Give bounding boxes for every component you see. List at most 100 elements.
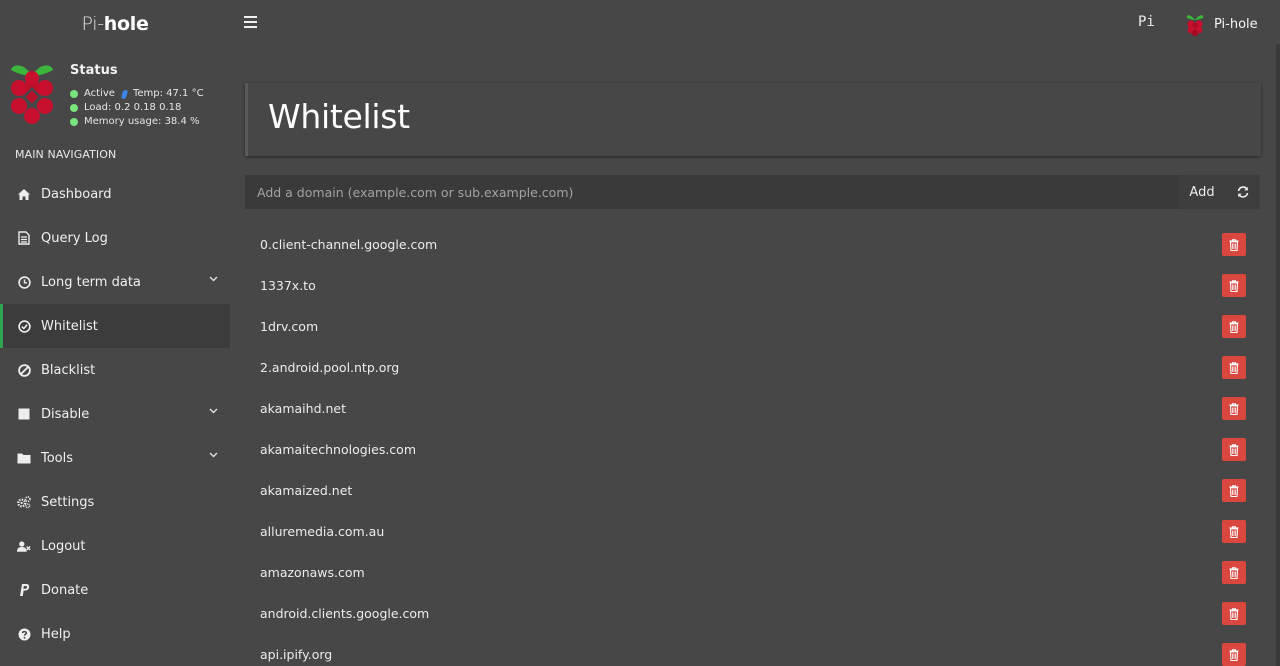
trash-icon (1229, 443, 1239, 456)
nav-settings[interactable]: Settings (0, 480, 230, 524)
whitelist-list: 0.client-channel.google.com 1337x.to 1drv.… (245, 224, 1260, 666)
status-lines: Active Temp: 47.1 °C Load: 0.2 0.18 0.18… (70, 87, 204, 129)
list-item: api.ipify.org (245, 634, 1260, 666)
trash-icon (1229, 320, 1239, 333)
status-load-line: Load: 0.2 0.18 0.18 (70, 101, 204, 115)
nav-label: Whitelist (41, 318, 98, 334)
nav-whitelist[interactable]: Whitelist (0, 304, 230, 348)
user-menu[interactable]: Pi-hole (1184, 10, 1258, 38)
domain-name: amazonaws.com (260, 565, 365, 580)
trash-icon (1229, 525, 1239, 538)
delete-button[interactable] (1222, 315, 1246, 338)
nav-label: Blacklist (41, 362, 96, 378)
list-item: akamaihd.net (245, 388, 1260, 429)
nav-label: Query Log (41, 230, 108, 246)
nav-long-term-data[interactable]: Long term data (0, 260, 230, 304)
add-button[interactable]: Add (1179, 175, 1225, 209)
domain-name: api.ipify.org (260, 647, 333, 662)
list-item: akamaitechnologies.com (245, 429, 1260, 470)
delete-button[interactable] (1222, 274, 1246, 297)
delete-button[interactable] (1222, 643, 1246, 666)
trash-icon (1229, 361, 1239, 374)
home-icon (17, 187, 31, 201)
nav-header: MAIN NAVIGATION (15, 148, 117, 161)
user-name: Pi-hole (1214, 16, 1258, 32)
page-title: Whitelist (268, 97, 410, 136)
nav-label: Help (41, 626, 71, 642)
status-panel: Status Active Temp: 47.1 °C Load: 0.2 0.… (0, 48, 230, 136)
nav-logout[interactable]: Logout (0, 524, 230, 568)
clock-icon (17, 275, 31, 289)
nav-label: Donate (41, 582, 89, 598)
pihole-logo-icon (11, 65, 53, 124)
list-item: 0.client-channel.google.com (245, 224, 1260, 265)
load-values: Load: 0.2 0.18 0.18 (84, 102, 182, 113)
list-item: alluremedia.com.au (245, 511, 1260, 552)
user-x-icon (17, 539, 31, 553)
page-header: Whitelist (245, 83, 1261, 156)
domain-name: 2.android.pool.ntp.org (260, 360, 400, 375)
domain-name: akamaitechnologies.com (260, 442, 417, 457)
delete-button[interactable] (1222, 438, 1246, 461)
ban-icon (17, 363, 31, 377)
nav-label: Tools (41, 450, 74, 466)
trash-icon (1229, 238, 1239, 251)
list-item: 1drv.com (245, 306, 1260, 347)
sidebar: Status Active Temp: 47.1 °C Load: 0.2 0.… (0, 48, 230, 666)
brand-part-1: Pi- (81, 13, 104, 35)
list-item: 1337x.to (245, 265, 1260, 306)
nav-donate[interactable]: Donate (0, 568, 230, 612)
domain-input[interactable] (245, 175, 1179, 209)
trash-icon (1229, 648, 1239, 661)
folder-icon (17, 451, 31, 465)
scrollbar-track[interactable] (1276, 44, 1280, 666)
file-icon (17, 231, 31, 245)
nav-query-log[interactable]: Query Log (0, 216, 230, 260)
domain-name: akamaized.net (260, 483, 353, 498)
domain-name: android.clients.google.com (260, 606, 430, 621)
nav-blacklist[interactable]: Blacklist (0, 348, 230, 392)
status-memory-line: Memory usage: 38.4 % (70, 115, 204, 129)
delete-button[interactable] (1222, 561, 1246, 584)
nav-label: Logout (41, 538, 86, 554)
nav-help[interactable]: Help (0, 612, 230, 656)
trash-icon (1229, 279, 1239, 292)
stop-icon (17, 407, 31, 421)
temperature: Temp: 47.1 °C (132, 88, 204, 99)
domain-name: 1337x.to (260, 278, 316, 293)
delete-button[interactable] (1222, 233, 1246, 256)
delete-button[interactable] (1222, 520, 1246, 543)
refresh-icon (1237, 186, 1248, 198)
trash-icon (1229, 566, 1239, 579)
domain-name: akamaihd.net (260, 401, 346, 416)
nav-dashboard[interactable]: Dashboard (0, 172, 230, 216)
nav-disable[interactable]: Disable (0, 392, 230, 436)
memory-usage: Memory usage: 38.4 % (84, 116, 200, 127)
status-active-line: Active Temp: 47.1 °C (70, 87, 204, 101)
refresh-button[interactable] (1225, 175, 1260, 209)
active-label: Active (84, 88, 115, 99)
chevron-down-icon (209, 408, 218, 414)
check-circle-icon (17, 319, 31, 333)
delete-button[interactable] (1222, 356, 1246, 379)
top-navbar: Pi Pi-hole (230, 0, 1280, 48)
brand-part-2: hole (103, 13, 149, 35)
delete-button[interactable] (1222, 397, 1246, 420)
status-title: Status (70, 63, 118, 78)
paypal-icon (17, 583, 31, 597)
domain-name: alluremedia.com.au (260, 524, 385, 539)
delete-button[interactable] (1222, 602, 1246, 625)
sidebar-toggle-icon[interactable] (244, 16, 258, 30)
question-icon (17, 627, 31, 641)
nav-label: Disable (41, 406, 90, 422)
brand-logo[interactable]: Pi-hole (0, 0, 230, 48)
domain-name: 0.client-channel.google.com (260, 237, 438, 252)
add-domain-bar: Add (245, 175, 1260, 209)
main-navigation: Dashboard Query Log Long term data White… (0, 172, 230, 656)
active-dot-icon (70, 90, 78, 98)
delete-button[interactable] (1222, 479, 1246, 502)
gears-icon (17, 495, 31, 509)
list-item: 2.android.pool.ntp.org (245, 347, 1260, 388)
nav-label: Long term data (41, 274, 141, 290)
nav-tools[interactable]: Tools (0, 436, 230, 480)
